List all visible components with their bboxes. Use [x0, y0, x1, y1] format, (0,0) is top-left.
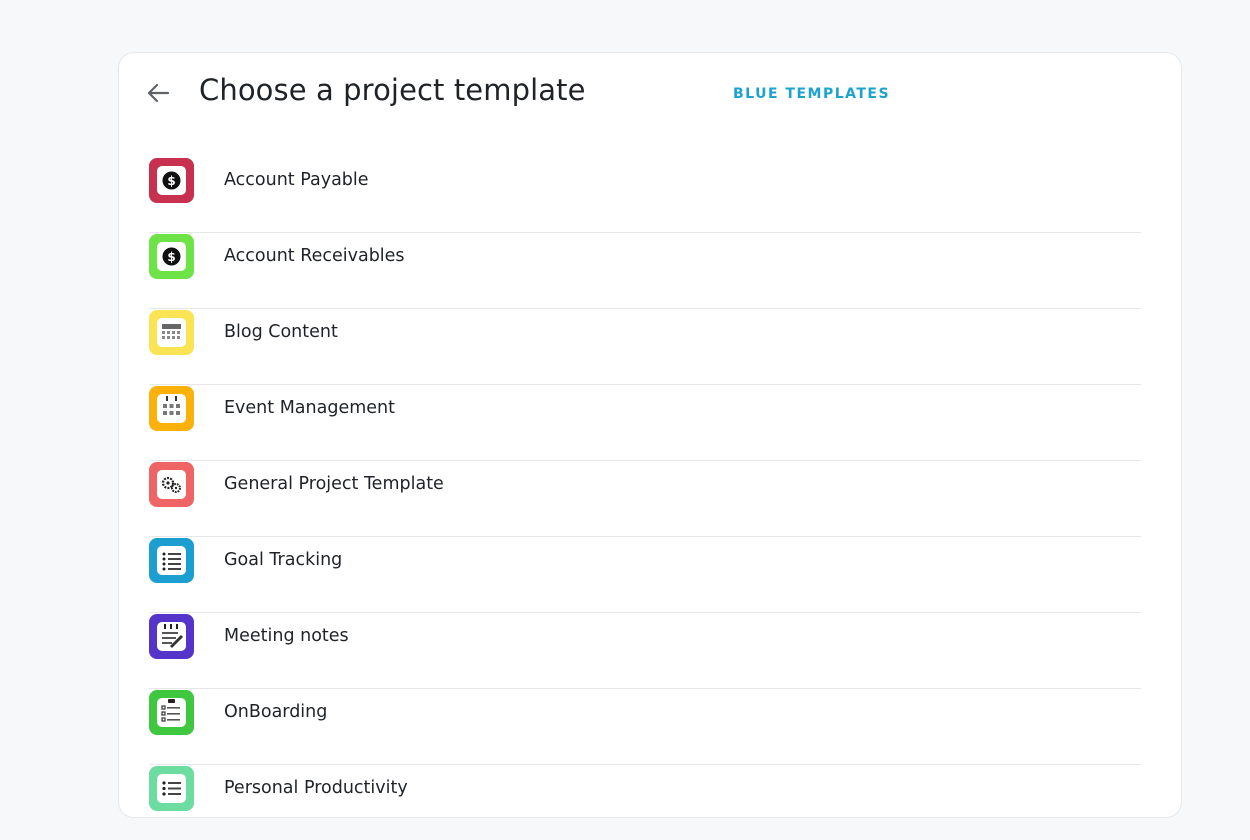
template-tile: [149, 386, 194, 431]
notepad-icon: [162, 624, 183, 648]
template-tile: [149, 690, 194, 735]
template-list: $ Account Payable $ Account Receivables: [149, 157, 1141, 817]
template-item-blog-content[interactable]: Blog Content: [149, 309, 1141, 385]
template-item-meeting-notes[interactable]: Meeting notes: [149, 613, 1141, 689]
checklist-icon: [162, 552, 181, 571]
template-tile: [149, 462, 194, 507]
template-label: General Project Template: [224, 474, 444, 494]
gears-icon: [161, 476, 181, 493]
page-title: Choose a project template: [199, 73, 586, 107]
template-item-account-payable[interactable]: $ Account Payable: [149, 157, 1141, 233]
template-label: Account Receivables: [224, 246, 405, 266]
template-tile: $: [149, 234, 194, 279]
template-item-goal-tracking[interactable]: Goal Tracking: [149, 537, 1141, 613]
calendar-icon: [162, 324, 181, 339]
template-tile: $: [149, 158, 194, 203]
svg-text:$: $: [167, 174, 175, 188]
arrow-left-icon: [147, 83, 170, 103]
dollar-icon: $: [162, 247, 181, 266]
template-item-event-management[interactable]: Event Management: [149, 385, 1141, 461]
template-item-account-receivables[interactable]: $ Account Receivables: [149, 233, 1141, 309]
template-item-personal-productivity[interactable]: Personal Productivity: [149, 765, 1141, 817]
list-icon: [162, 781, 181, 796]
clipboard-icon: [161, 699, 180, 722]
back-button[interactable]: [145, 79, 173, 107]
template-tile: [149, 310, 194, 355]
svg-text:$: $: [167, 250, 175, 264]
template-label: Goal Tracking: [224, 550, 343, 570]
template-item-general-project-template[interactable]: General Project Template: [149, 461, 1141, 537]
template-item-onboarding[interactable]: OnBoarding: [149, 689, 1141, 765]
blue-templates-link[interactable]: BLUE TEMPLATES: [733, 86, 890, 102]
template-label: Meeting notes: [224, 626, 349, 646]
template-label: Account Payable: [224, 170, 369, 190]
template-tile: [149, 538, 194, 583]
template-label: Personal Productivity: [224, 778, 408, 798]
calendar-icon: [163, 396, 180, 415]
template-tile: [149, 614, 194, 659]
template-label: OnBoarding: [224, 702, 328, 722]
template-label: Event Management: [224, 398, 395, 418]
template-tile: [149, 766, 194, 811]
template-picker-card: Choose a project template BLUE TEMPLATES…: [118, 52, 1182, 818]
template-label: Blog Content: [224, 322, 338, 342]
dollar-icon: $: [162, 171, 181, 190]
header: Choose a project template BLUE TEMPLATES: [119, 53, 1181, 143]
